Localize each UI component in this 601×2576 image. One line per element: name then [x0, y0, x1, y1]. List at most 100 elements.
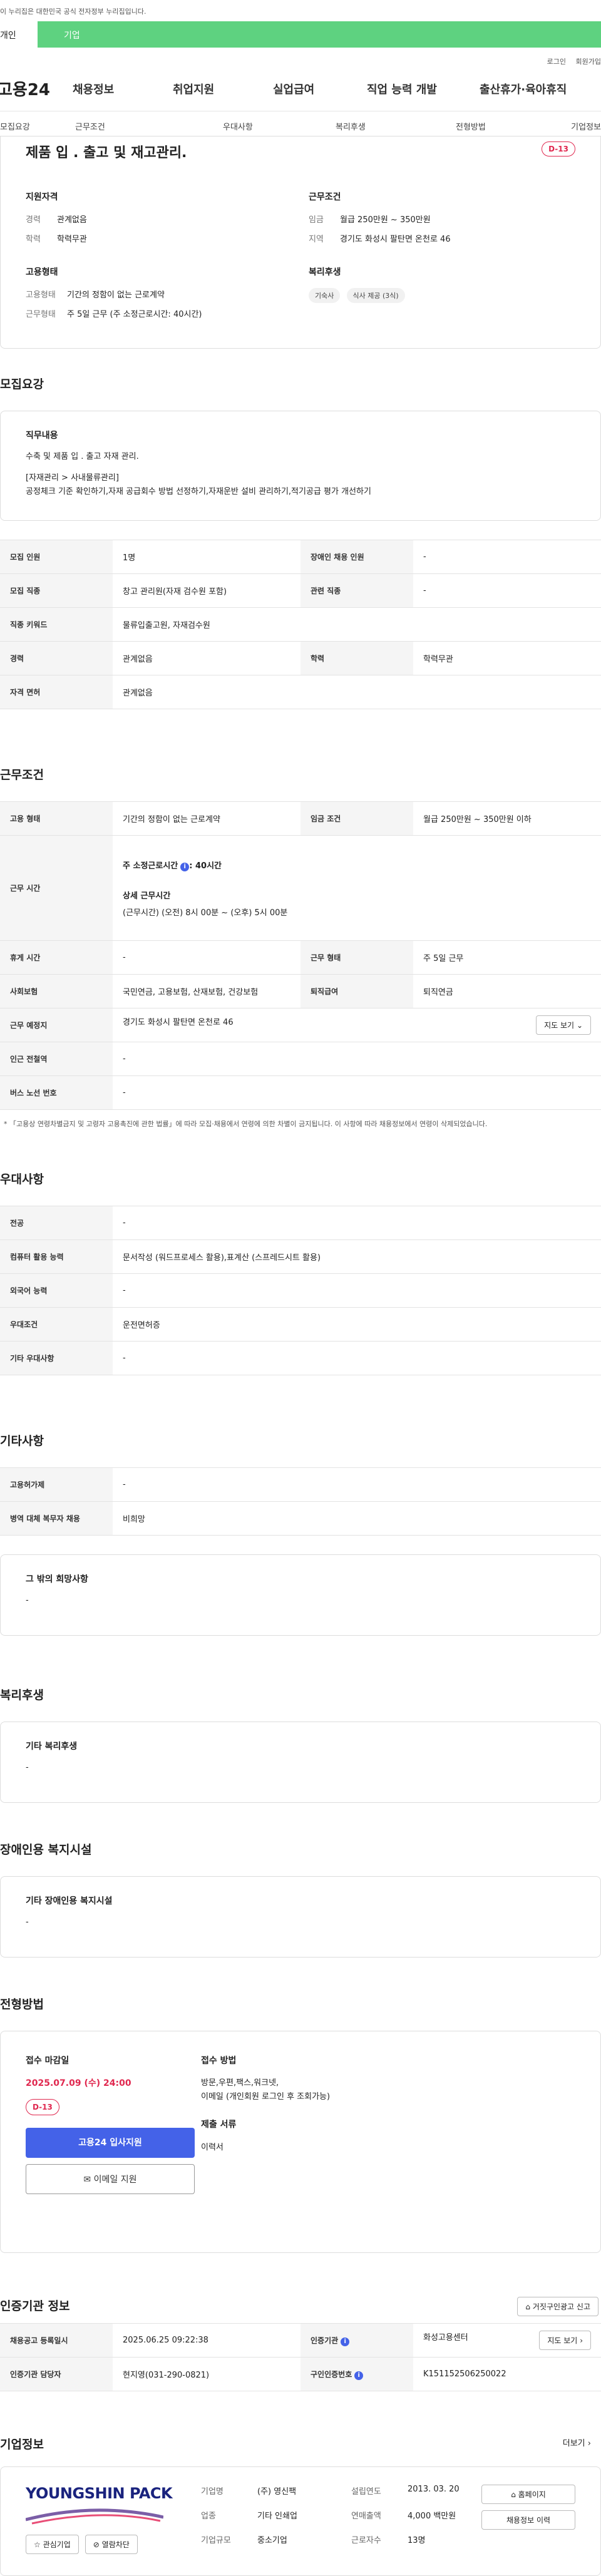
disability-box-title: 기타 장애인용 복지시설 [26, 1896, 113, 1906]
table-header-cell: 병역 대체 복무자 채용 [0, 1501, 113, 1536]
recruit-table: 모집 인원 1명 장애인 채용 인원 - 모집 직종 창고 관리원(자재 검수원… [0, 540, 601, 709]
table-row: 외국어 능력 - [0, 1273, 601, 1308]
info-key: 연매출액 [351, 2512, 381, 2521]
kv-value: 관계없음 [57, 215, 87, 225]
table-row: 인증기관 담당자 현지영(031-290-0821) 구인인증번호 i K1511… [0, 2357, 601, 2391]
home-icon: ⌂ [511, 2490, 516, 2499]
signup-link[interactable]: 회원가입 [576, 58, 601, 66]
age-discrimination-note: * 「고용상 연령차별금지 및 고령자 고용촉진에 관한 법률」에 따라 모집·… [4, 1120, 488, 1128]
dday-badge: D-13 [542, 141, 575, 157]
auth-section-title: 인증기관 정보 [0, 2299, 70, 2313]
auth-header: 인증기관 정보 ⌂ 거짓구인광고 신고 [0, 2297, 601, 2316]
tab-welfare[interactable]: 복리후생 [336, 111, 456, 136]
auth-table: 채용공고 등록일시 2025.06.25 09:22:38 인증기관 i 화성고용… [0, 2323, 601, 2391]
kv-value: 월급 250만원 ~ 350만원 [340, 215, 431, 225]
hours-detail-title: 상세 근무시간 [123, 891, 171, 901]
apply-left: 접수 마감일 2025.07.09 (수) 24:00 D-13 고용24 입사… [26, 2054, 195, 2194]
info-key: 업종 [201, 2512, 216, 2521]
nav-parental-leave[interactable]: 출산휴가·육아휴직 [480, 81, 567, 97]
apply-button[interactable]: 고용24 입사지원 [26, 2128, 195, 2158]
table-cell: - [413, 573, 601, 608]
table-header-cell: 직종 키워드 [0, 607, 113, 642]
block-view-button[interactable]: ⊘ 열람차단 [85, 2535, 138, 2554]
tab-individual[interactable]: 개인 [0, 21, 38, 48]
table-cell: 1명 [113, 540, 300, 574]
table-cell: - [113, 1273, 601, 1308]
homepage-button[interactable]: ⌂ 홈페이지 [481, 2485, 575, 2504]
table-row: 직종 키워드 물류입출고원, 자재검수원 [0, 607, 601, 642]
work-section-title: 근무조건 [0, 768, 44, 782]
etc-table: 고용허가제 - 병역 대체 복무자 채용 비희망 [0, 1467, 601, 1536]
section-tabs: 모집요강 근무조건 우대사항 복리후생 전형방법 기업정보 [0, 111, 601, 136]
dday-badge: D-13 [26, 2099, 59, 2115]
table-header-cell: 인증기관 담당자 [0, 2357, 113, 2391]
favorite-company-button[interactable]: ☆ 관심기업 [26, 2535, 79, 2554]
org-map-button[interactable]: 지도 보기 › [539, 2331, 591, 2350]
nav-employment-support[interactable]: 취업지원 [173, 81, 273, 97]
nav-job-info[interactable]: 채용정보 [73, 81, 173, 97]
tab-recruit[interactable]: 모집요강 [0, 111, 75, 136]
login-link[interactable]: 로그인 [547, 58, 566, 66]
job-history-button[interactable]: 채용정보 이력 [481, 2510, 575, 2530]
table-header-cell: 장애인 채용 인원 [300, 540, 413, 574]
table-cell: 관계없음 [113, 675, 601, 709]
map-button[interactable]: 지도 보기 ⌄ [536, 1015, 591, 1035]
tab-preferences[interactable]: 우대사항 [223, 111, 336, 136]
report-fake-ad-button[interactable]: ⌂ 거짓구인광고 신고 [517, 2297, 598, 2316]
site-logo[interactable]: 고용24 [0, 77, 73, 100]
table-header-cell: 인근 전철역 [0, 1042, 113, 1076]
info-key: 근로자수 [351, 2536, 381, 2545]
info-key: 설립연도 [351, 2487, 381, 2496]
table-header-cell: 모집 직종 [0, 573, 113, 608]
info-icon[interactable]: i [341, 2337, 350, 2346]
info-row: 기업규모 중소기업 근로자수 13명 [201, 2533, 501, 2545]
table-header-cell: 채용공고 등록일시 [0, 2323, 113, 2358]
chevron-right-icon: › [587, 2439, 591, 2448]
table-row: 기타 우대사항 - [0, 1341, 601, 1375]
summary-left: 지원자격 경력 관계없음 학력 학력무관 고용형태 고용형태 기간의 정함이 없는 근… [26, 190, 264, 327]
table-header-cell: 근무 시간 [0, 835, 113, 941]
info-icon[interactable]: i [354, 2371, 364, 2380]
gov-notice-bar: 이 누리집은 대한민국 공식 전자정부 누리집입니다. [0, 8, 146, 16]
table-cell: - [113, 1206, 601, 1240]
table-cell: 국민연금, 고용보험, 산재보험, 건강보험 [113, 974, 300, 1008]
table-row: 고용 형태 기간의 정함이 없는 근로계약 임금 조건 월급 250만원 ~ 3… [0, 801, 601, 836]
table-header-cell: 버스 노선 번호 [0, 1075, 113, 1110]
qualification-title: 지원자격 [26, 192, 58, 202]
company-header: 기업정보 더보기 › [0, 2435, 601, 2451]
table-row: 전공 - [0, 1206, 601, 1240]
email-apply-button[interactable]: ✉ 이메일 지원 [26, 2164, 195, 2194]
table-row: 고용허가제 - [0, 1467, 601, 1502]
work-hours-cell: 주 소정근로시간 i: 40시간 상세 근무시간 (근무시간) (오전) 8시 0… [113, 835, 601, 941]
table-header-cell: 임금 조건 [300, 801, 413, 836]
table-cell: 현지영(031-290-0821) [113, 2357, 300, 2391]
info-value: 중소기업 [257, 2536, 287, 2545]
table-header-cell: 구인인증번호 i [300, 2357, 413, 2391]
kv-key: 고용형태 [26, 290, 56, 300]
nav-skill-development[interactable]: 직업 능력 개발 [367, 81, 480, 97]
tab-business[interactable]: 기업 [38, 21, 601, 48]
table-cell: 문서작성 (워드프로세스 활용),표계산 (스프레드시트 활용) [113, 1239, 601, 1274]
docs-title: 제출 서류 [201, 2120, 237, 2130]
duty-line [26, 464, 575, 471]
more-link[interactable]: 더보기 › [563, 2436, 591, 2448]
table-cell: 퇴직연금 [413, 974, 601, 1008]
table-row: 모집 인원 1명 장애인 채용 인원 - [0, 540, 601, 574]
info-icon[interactable]: i [180, 862, 190, 871]
page: 이 누리집은 대한민국 공식 전자정부 누리집입니다. 개인 기업 로그인 회원… [0, 0, 601, 2576]
table-row: 자격 면허 관계없음 [0, 675, 601, 709]
table-cell: - [113, 1467, 601, 1502]
tab-selection[interactable]: 전형방법 [456, 111, 546, 136]
job-summary-card: 제품 입 . 출고 및 재고관리. D-13 지원자격 경력 관계없음 학력 학력무… [0, 136, 601, 349]
nav-unemployment-benefit[interactable]: 실업급여 [273, 81, 367, 97]
apply-right: 접수 방법 방문,우편,팩스,워크넷, 이메일 (개인회원 로그인 후 조회가능… [201, 2054, 451, 2152]
etc-section-title: 기타사항 [0, 1434, 44, 1448]
tab-company[interactable]: 기업정보 [546, 111, 601, 136]
welfare-chip: 기숙사 [309, 288, 341, 303]
tab-work-conditions[interactable]: 근무조건 [75, 111, 223, 136]
welfare-title: 복리후생 [309, 267, 341, 277]
method-value: 이메일 (개인회원 로그인 후 조회가능) [201, 2092, 331, 2101]
duty-line: 공정체크 기준 확인하기,자재 공급회수 방법 선정하기,자재운반 설비 관리하… [26, 487, 371, 496]
table-header-cell: 모집 인원 [0, 540, 113, 574]
info-row: 업종 기타 인쇄업 연매출액 4,000 백만원 [201, 2509, 501, 2521]
